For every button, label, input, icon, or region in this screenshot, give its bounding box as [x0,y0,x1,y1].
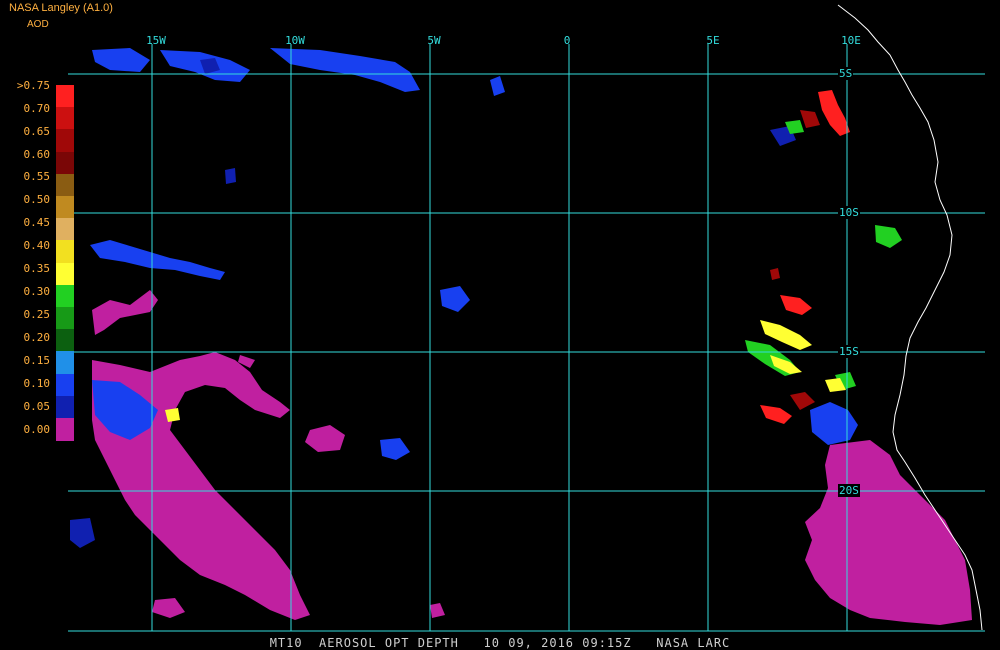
legend-label: 0.20 [23,331,51,344]
legend-swatch [56,351,74,375]
lon-label-5e: 5E [706,34,720,47]
legend-swatch [56,85,74,108]
map-title: NASA Langley (A1.0) [9,2,113,14]
legend-label: 0.70 [23,102,51,115]
legend-swatch [56,262,74,286]
legend-swatch [56,151,74,175]
lon-label-5w: 5W [427,34,441,47]
product-label: AOD [27,19,49,30]
lon-label-15w: 15W [146,34,166,47]
legend-swatch [56,218,74,242]
legend-swatch [56,240,74,264]
legend-swatch [56,284,74,308]
legend-swatch [56,307,74,330]
map-caption: MT10 AEROSOL OPT DEPTH 10 09, 2016 09:15… [269,636,731,650]
legend-label: 0.30 [23,285,51,298]
legend-label: 0.50 [23,193,51,206]
legend-label: 0.15 [23,354,51,367]
legend-swatch [56,395,74,419]
legend-swatch [56,129,74,153]
legend-swatch [56,173,74,197]
lat-label-15s: 15S [838,345,860,358]
legend-swatch [56,329,74,353]
lat-label-5s: 5S [838,67,854,80]
legend-label: 0.60 [23,148,51,161]
lon-label-10e: 10E [841,34,861,47]
lon-label-10w: 10W [285,34,305,47]
lat-label-20s: 20S [838,484,860,497]
legend-label: 0.25 [23,308,51,321]
legend-label: 0.40 [23,239,51,252]
legend-label: >0.75 [16,79,50,92]
legend-label: 0.10 [23,377,51,390]
legend-label: 0.45 [23,216,51,229]
legend-swatch [56,373,74,397]
legend-label: 0.05 [23,400,51,413]
legend-swatch [56,107,74,131]
legend-label: 0.65 [23,125,51,138]
legend-label: 0.55 [23,170,51,183]
aod-map [0,0,1000,650]
legend-label: 0.00 [23,423,51,436]
legend-swatch [56,418,74,441]
lat-label-10s: 10S [838,206,860,219]
lon-label-0: 0 [563,34,571,47]
legend-label: 0.35 [23,262,51,275]
legend-swatch [56,196,74,219]
